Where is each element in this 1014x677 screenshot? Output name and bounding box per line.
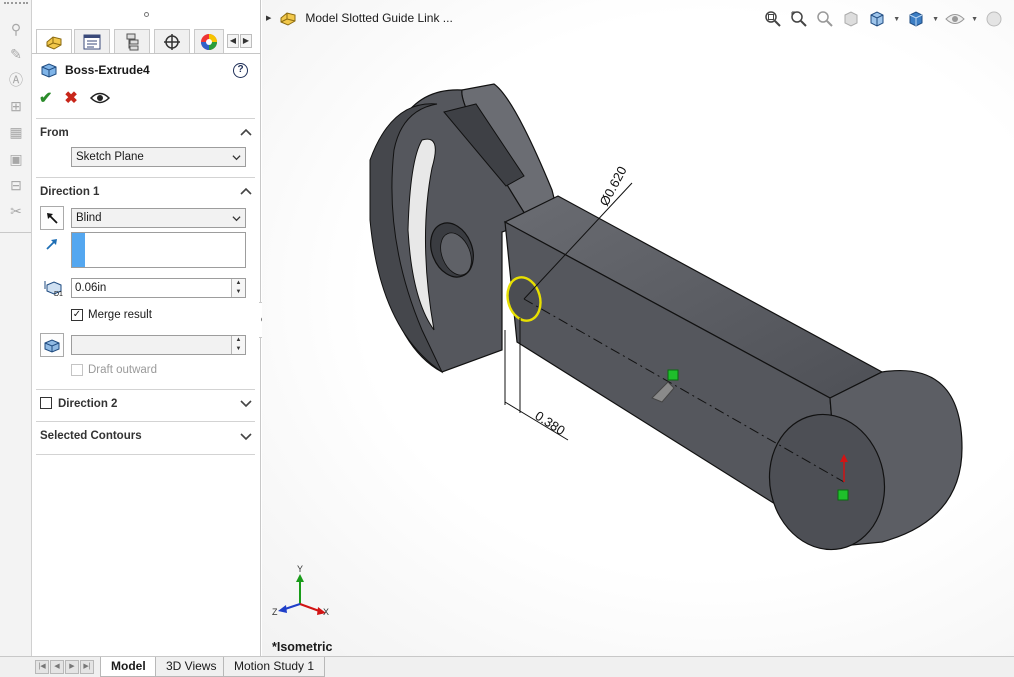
next-tab-button[interactable]: ▶ xyxy=(65,660,79,674)
draft-toggle-button[interactable] xyxy=(40,333,64,357)
bottom-tab-bar: |◀ ◀ ▶ ▶| Model 3D Views Motion Study 1 xyxy=(0,656,1014,677)
length-dimension-label[interactable]: 0.380 xyxy=(532,408,567,438)
first-tab-button[interactable]: |◀ xyxy=(35,660,49,674)
geometric-tolerance-icon[interactable]: ✂ xyxy=(7,202,25,220)
panel-grip[interactable] xyxy=(144,12,149,17)
reverse-direction-button[interactable] xyxy=(40,206,64,230)
feature-title: Boss-Extrude4 xyxy=(65,63,150,77)
datum-icon[interactable]: ⊟ xyxy=(7,176,25,194)
configuration-icon xyxy=(126,33,139,50)
chevron-down-icon[interactable] xyxy=(240,397,252,409)
draft-icon xyxy=(44,339,60,353)
from-start-condition-select[interactable]: Sketch Plane xyxy=(71,147,246,167)
from-header-label: From xyxy=(40,127,69,139)
diameter-dimension-label[interactable]: Ø0.620 xyxy=(596,164,629,209)
feature-title-row: Boss-Extrude4 xyxy=(40,62,150,78)
tab-property-manager[interactable] xyxy=(36,29,72,53)
weld-icon[interactable]: ▣ xyxy=(7,150,25,168)
cancel-button[interactable]: ✖ xyxy=(64,88,77,108)
smart-dimension-icon[interactable]: ⚲ xyxy=(7,20,25,38)
triad-y-label: Y xyxy=(297,564,303,574)
merge-result-label: Merge result xyxy=(88,309,152,321)
boss-extrude-icon xyxy=(41,63,57,78)
from-selected-value: Sketch Plane xyxy=(76,151,144,163)
tabs-scroll-left[interactable]: ◀ xyxy=(227,34,239,48)
chevron-down-icon xyxy=(232,216,241,222)
tab-motion-study-1[interactable]: Motion Study 1 xyxy=(223,657,326,677)
end-condition-value: Blind xyxy=(76,212,102,224)
tab-feature-tree[interactable] xyxy=(74,29,110,53)
help-icon[interactable]: ? xyxy=(233,63,248,78)
tab-model[interactable]: Model xyxy=(100,657,157,677)
depth-input[interactable]: 0.06in ▲ ▼ xyxy=(71,278,246,298)
draft-angle-input[interactable]: ▲ ▼ xyxy=(71,335,246,355)
draft-outward-label: Draft outward xyxy=(88,364,158,376)
ok-button[interactable]: ✔ xyxy=(39,88,52,108)
direction-vector-icon xyxy=(44,236,60,255)
part-body[interactable] xyxy=(369,83,963,560)
action-row: ✔ ✖ xyxy=(39,88,110,108)
svg-text:D1: D1 xyxy=(54,291,63,297)
chevron-down-icon xyxy=(232,155,241,161)
selection-focus-bar xyxy=(72,233,85,267)
depth-value: 0.06in xyxy=(75,282,107,294)
left-tool-strip: ⚲ ✎ Ⓐ ⊞ ▦ ▣ ⊟ ✂ xyxy=(0,0,32,656)
model-view[interactable]: Ø0.620 0.380 Y X Z xyxy=(262,0,1014,656)
direction1-section-header[interactable]: Direction 1 xyxy=(40,186,254,198)
view-triad: Y X Z xyxy=(272,564,329,617)
direction2-checkbox[interactable] xyxy=(40,397,52,409)
selected-contours-label: Selected Contours xyxy=(40,430,142,442)
view-orientation-label: *Isometric xyxy=(272,640,333,654)
merge-result-check-box[interactable]: ✓ xyxy=(71,309,83,321)
merge-result-checkbox[interactable]: ✓ Merge result xyxy=(71,309,152,321)
draft-spinner[interactable]: ▲ ▼ xyxy=(231,336,245,354)
tab-dimxpert[interactable] xyxy=(154,29,190,53)
end-condition-select[interactable]: Blind xyxy=(71,208,246,228)
depth-spinner[interactable]: ▲ ▼ xyxy=(231,279,245,297)
list-icon xyxy=(83,34,101,49)
tab-configuration[interactable] xyxy=(114,29,150,53)
chevron-down-icon[interactable] xyxy=(240,430,252,442)
graphics-area[interactable]: ▶ Model Slotted Guide Link ... ▼ ▼ ▼ Ø0.… xyxy=(262,0,1014,656)
reverse-direction-icon xyxy=(47,213,58,224)
preview-eye-icon[interactable] xyxy=(89,91,110,105)
triad-z-label: Z xyxy=(272,607,278,617)
direction-selection-box[interactable] xyxy=(71,232,246,268)
chevron-up-icon[interactable] xyxy=(240,186,252,198)
tabs-scroll-right[interactable]: ▶ xyxy=(240,34,252,48)
chevron-up-icon[interactable] xyxy=(240,127,252,139)
strip-grip[interactable] xyxy=(4,2,28,8)
tab-3d-views[interactable]: 3D Views xyxy=(155,657,228,677)
property-manager-panel: ◀ ▶ Boss-Extrude4 ? ✔ ✖ From Sketch Plan… xyxy=(32,0,261,656)
last-tab-button[interactable]: ▶| xyxy=(80,660,94,674)
draft-outward-check-box[interactable] xyxy=(71,364,83,376)
manager-tabs: ◀ ▶ xyxy=(32,27,261,54)
crosshair-icon xyxy=(164,33,180,50)
direction1-header-label: Direction 1 xyxy=(40,186,100,198)
triad-x-label: X xyxy=(323,607,329,617)
depth-dimension-icon: D1 xyxy=(44,279,64,300)
note-icon[interactable]: ✎ xyxy=(7,45,25,63)
from-section-header[interactable]: From xyxy=(40,127,254,139)
appearance-wheel-icon xyxy=(201,33,217,50)
direction2-header-label: Direction 2 xyxy=(58,398,118,410)
tab-display-manager[interactable] xyxy=(194,29,224,53)
draft-outward-checkbox[interactable]: Draft outward xyxy=(71,364,157,376)
surface-finish-icon[interactable]: ▦ xyxy=(7,123,25,141)
feature-manager-icon xyxy=(46,35,62,50)
direction2-section-header[interactable]: Direction 2 xyxy=(40,397,254,410)
prev-tab-button[interactable]: ◀ xyxy=(50,660,64,674)
tolerance-icon[interactable]: ⊞ xyxy=(7,97,25,115)
balloon-icon[interactable]: Ⓐ xyxy=(7,71,25,89)
selected-contours-section-header[interactable]: Selected Contours xyxy=(40,430,254,442)
